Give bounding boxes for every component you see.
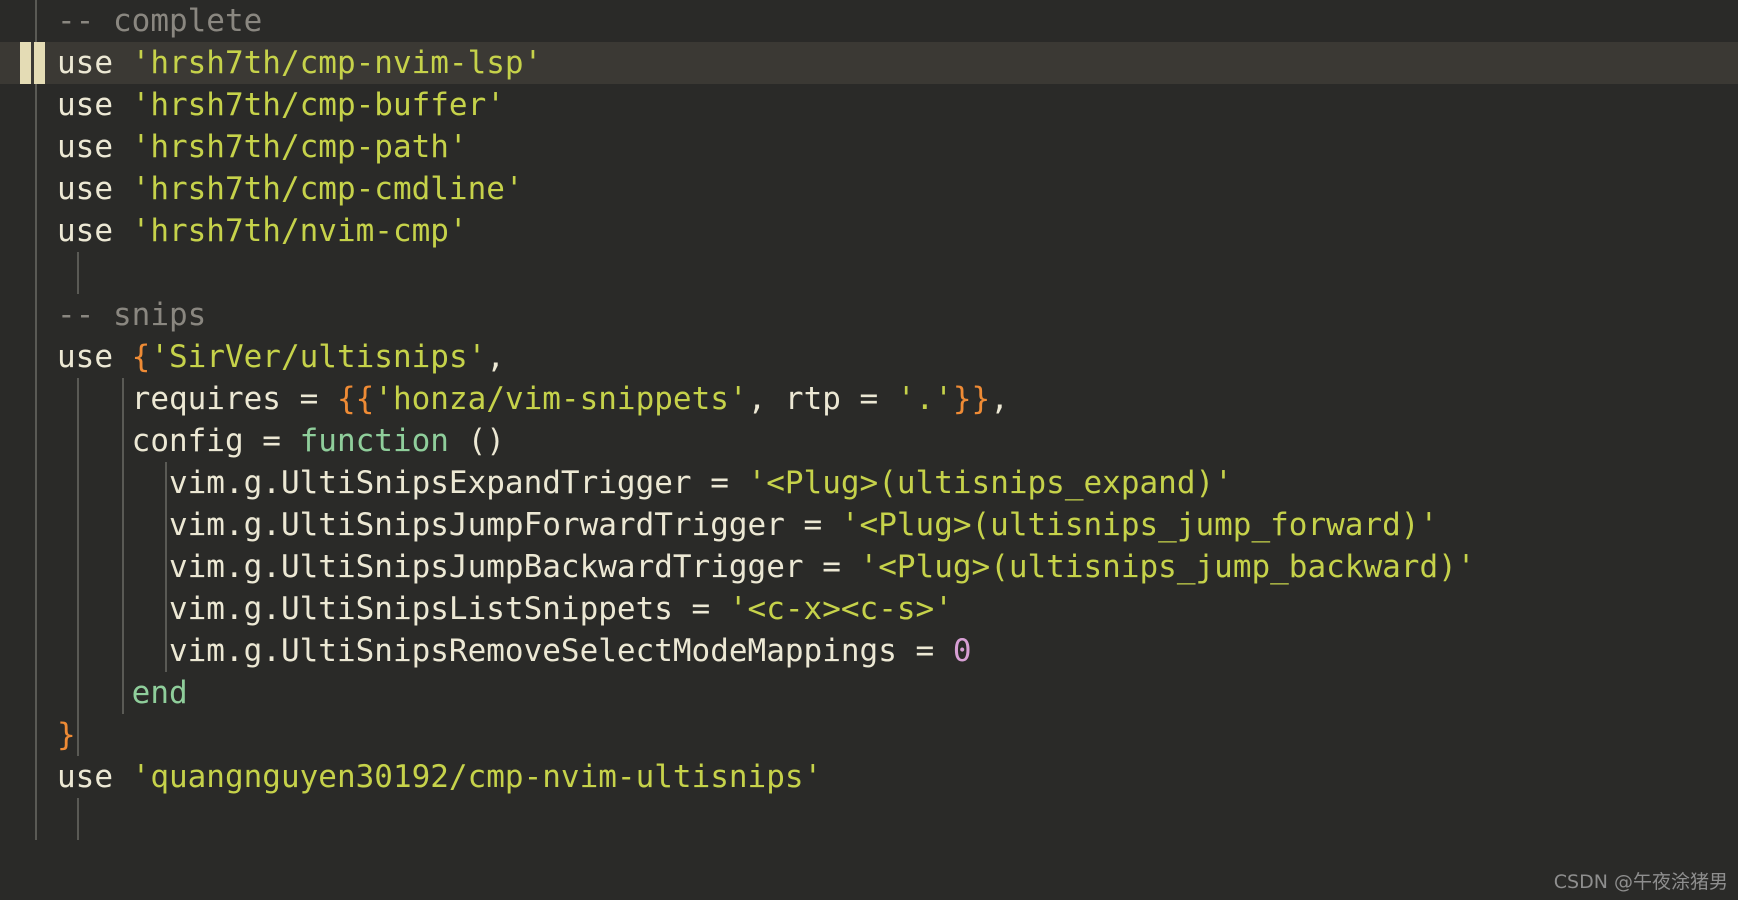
token-comment: -- snips xyxy=(57,297,207,333)
token-ident: use xyxy=(57,759,132,795)
token-str: 'hrsh7th/nvim-cmp' xyxy=(131,213,468,249)
token-ident: use xyxy=(57,87,132,123)
token-kw: end xyxy=(131,675,188,711)
code-line-text: end xyxy=(0,672,188,714)
csdn-watermark: CSDN @午夜涂猪男 xyxy=(1553,871,1728,893)
token-ident: use xyxy=(57,129,132,165)
code-line-text: use 'hrsh7th/cmp-nvim-lsp' xyxy=(0,42,542,84)
code-line-text: vim.g.UltiSnipsExpandTrigger = '<Plug>(u… xyxy=(0,462,1233,504)
token-str: 'hrsh7th/cmp-buffer' xyxy=(131,87,505,123)
code-line-text: use 'hrsh7th/nvim-cmp' xyxy=(0,210,468,252)
token-ident: vim.g.UltiSnipsExpandTrigger = xyxy=(57,465,748,501)
code-line-text: use 'hrsh7th/cmp-cmdline' xyxy=(0,168,524,210)
text-cursor xyxy=(34,42,45,84)
code-line-text: vim.g.UltiSnipsListSnippets = '<c-x><c-s… xyxy=(0,588,953,630)
code-line-text: use 'quangnguyen30192/cmp-nvim-ultisnips… xyxy=(0,756,822,798)
code-line[interactable]: vim.g.UltiSnipsRemoveSelectModeMappings … xyxy=(0,630,1738,672)
token-punc: } xyxy=(57,717,76,753)
token-str: '<c-x><c-s>' xyxy=(728,591,953,627)
code-line[interactable]: -- snips xyxy=(0,294,1738,336)
token-num: 0 xyxy=(952,633,972,669)
code-line-text: } xyxy=(0,714,76,756)
token-ident: config = xyxy=(57,423,300,459)
sign-column-marker xyxy=(20,42,31,84)
token-ident: use xyxy=(57,213,132,249)
token-str: '<Plug>(ultisnips_jump_forward)' xyxy=(840,507,1439,543)
code-line-text: use 'hrsh7th/cmp-path' xyxy=(0,126,468,168)
token-ident: vim.g.UltiSnipsJumpForwardTrigger = xyxy=(57,507,841,543)
token-ident: vim.g.UltiSnipsRemoveSelectModeMappings … xyxy=(57,633,953,669)
code-line-text: requires = {{'honza/vim-snippets', rtp =… xyxy=(0,378,1009,420)
token-punc: { xyxy=(131,339,151,375)
token-str: '.' xyxy=(896,381,953,417)
code-line[interactable] xyxy=(0,798,1738,840)
token-str: 'honza/vim-snippets' xyxy=(374,381,748,417)
code-line-text: vim.g.UltiSnipsJumpBackwardTrigger = '<P… xyxy=(0,546,1475,588)
token-ident: vim.g.UltiSnipsListSnippets = xyxy=(57,591,729,627)
token-ident xyxy=(57,675,132,711)
token-ident: , xyxy=(486,339,505,375)
code-line-text: -- snips xyxy=(0,294,206,336)
code-line[interactable]: config = function () xyxy=(0,420,1738,462)
code-line-text: vim.g.UltiSnipsRemoveSelectModeMappings … xyxy=(0,630,972,672)
token-str: '<Plug>(ultisnips_expand)' xyxy=(747,465,1233,501)
token-str: '<Plug>(ultisnips_jump_backward)' xyxy=(859,549,1476,585)
token-comment: -- complete xyxy=(57,3,263,39)
code-line-text: use 'hrsh7th/cmp-buffer' xyxy=(0,84,505,126)
token-punc: {{ xyxy=(336,381,375,417)
code-line[interactable]: vim.g.UltiSnipsListSnippets = '<c-x><c-s… xyxy=(0,588,1738,630)
code-line[interactable]: vim.g.UltiSnipsJumpBackwardTrigger = '<P… xyxy=(0,546,1738,588)
token-ident: use xyxy=(57,171,132,207)
token-ident: use xyxy=(57,339,132,375)
code-line-text: -- complete xyxy=(0,0,262,42)
code-line-text: use {'SirVer/ultisnips', xyxy=(0,336,505,378)
code-line[interactable] xyxy=(0,252,1738,294)
code-line[interactable]: use 'hrsh7th/cmp-path' xyxy=(0,126,1738,168)
code-line-text: vim.g.UltiSnipsJumpForwardTrigger = '<Pl… xyxy=(0,504,1438,546)
token-punc: }} xyxy=(952,381,991,417)
code-line-active[interactable]: use 'hrsh7th/cmp-nvim-lsp' xyxy=(0,42,1738,84)
code-line[interactable]: end xyxy=(0,672,1738,714)
code-line-text: config = function () xyxy=(0,420,505,462)
code-line[interactable]: use {'SirVer/ultisnips', xyxy=(0,336,1738,378)
code-line[interactable]: vim.g.UltiSnipsExpandTrigger = '<Plug>(u… xyxy=(0,462,1738,504)
code-line[interactable]: use 'hrsh7th/cmp-buffer' xyxy=(0,84,1738,126)
token-ident: use xyxy=(57,45,132,81)
code-line[interactable]: vim.g.UltiSnipsJumpForwardTrigger = '<Pl… xyxy=(0,504,1738,546)
token-ident: , xyxy=(990,381,1009,417)
token-ident: , rtp = xyxy=(747,381,897,417)
code-line[interactable]: requires = {{'honza/vim-snippets', rtp =… xyxy=(0,378,1738,420)
token-str: 'hrsh7th/cmp-cmdline' xyxy=(131,171,524,207)
token-str: 'hrsh7th/cmp-path' xyxy=(131,129,468,165)
code-editor-buffer[interactable]: -- complete use 'hrsh7th/cmp-nvim-lsp' use… xyxy=(0,0,1738,900)
code-line[interactable]: } xyxy=(0,714,1738,756)
token-str: 'quangnguyen30192/cmp-nvim-ultisnips' xyxy=(131,759,823,795)
code-line[interactable]: use 'hrsh7th/nvim-cmp' xyxy=(0,210,1738,252)
token-ident: requires = xyxy=(57,381,337,417)
code-line[interactable]: use 'quangnguyen30192/cmp-nvim-ultisnips… xyxy=(0,756,1738,798)
token-kw: function xyxy=(299,423,449,459)
token-str: 'hrsh7th/cmp-nvim-lsp' xyxy=(131,45,543,81)
token-ident: vim.g.UltiSnipsJumpBackwardTrigger = xyxy=(57,549,860,585)
token-ident: () xyxy=(448,423,505,459)
token-str: 'SirVer/ultisnips' xyxy=(150,339,487,375)
code-line[interactable]: use 'hrsh7th/cmp-cmdline' xyxy=(0,168,1738,210)
code-line[interactable]: -- complete xyxy=(0,0,1738,42)
